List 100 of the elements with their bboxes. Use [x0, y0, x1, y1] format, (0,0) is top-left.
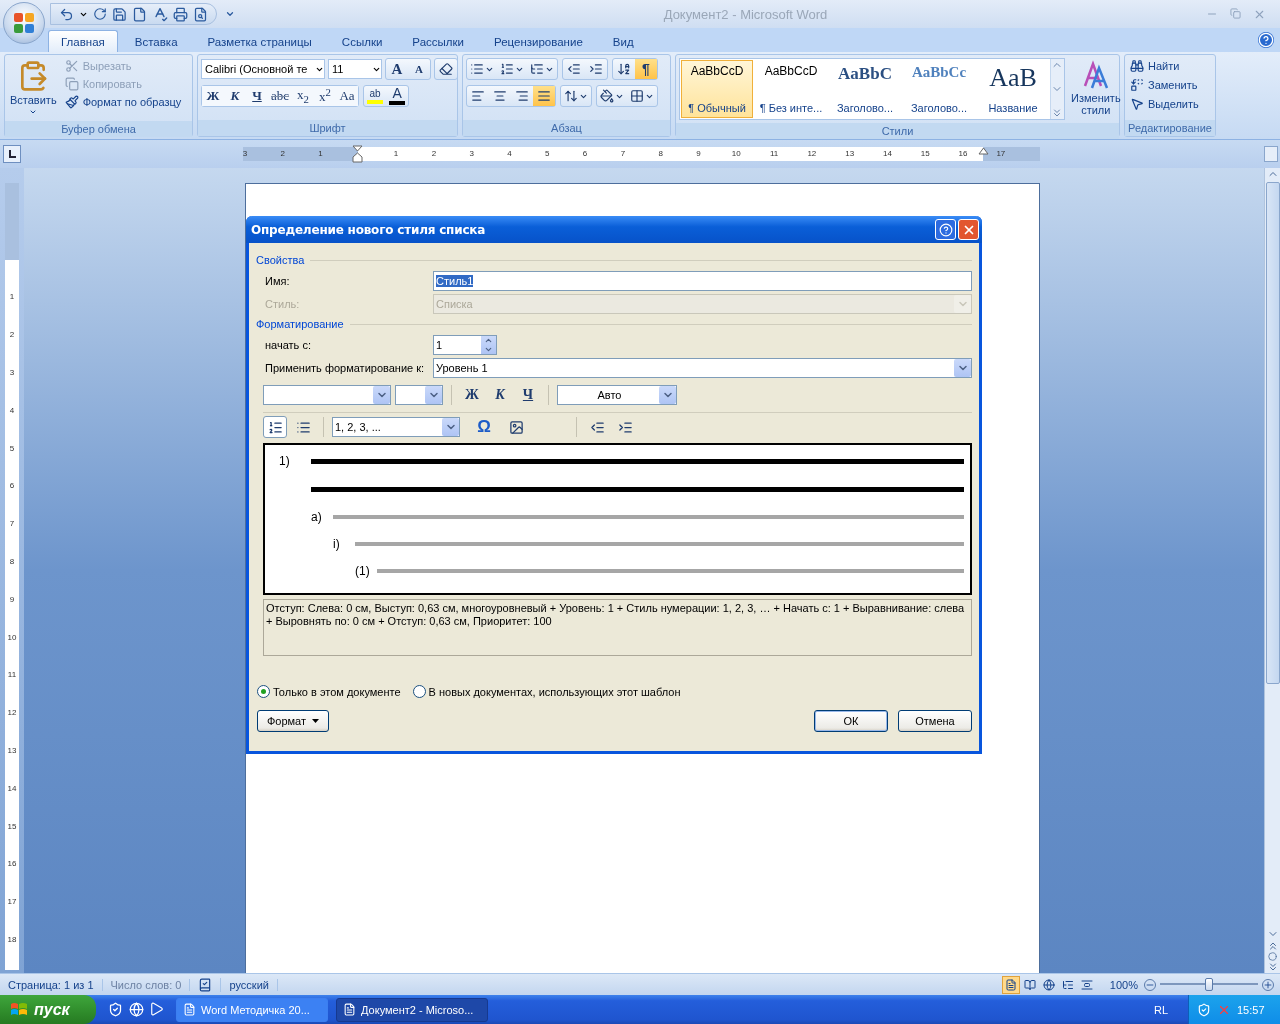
ruler-label: 14 — [6, 782, 18, 795]
field-label: Стиль: — [265, 297, 301, 310]
paste-button[interactable]: Вставить — [8, 58, 59, 118]
undo-button[interactable] — [59, 6, 74, 22]
scroll-thumb[interactable] — [1265, 182, 1280, 684]
right-indent-marker-icon[interactable] — [978, 146, 989, 155]
magnifier-document-icon — [193, 6, 208, 22]
font-style-button[interactable]: x$_{2}$ — [292, 86, 315, 106]
security-icon[interactable] — [1197, 1002, 1211, 1017]
start-button[interactable]: пуск — [0, 995, 96, 1024]
editing-action[interactable]: Найти — [1128, 58, 1201, 74]
change-styles-button[interactable]: Изменить стили — [1069, 58, 1123, 120]
group-label: Шрифт — [198, 120, 457, 136]
ribbon-tab[interactable]: Рассылки — [399, 30, 477, 52]
ribbon-tab[interactable]: Рецензирование — [481, 30, 596, 52]
radio-button[interactable] — [257, 685, 270, 698]
name-field[interactable]: Стиль1 — [433, 270, 972, 291]
clipboard-action[interactable]: Формат по образцу — [62, 94, 184, 110]
zoom-slider-thumb[interactable] — [1205, 978, 1213, 991]
ruler-label: 12 — [6, 707, 18, 720]
font-style-button[interactable]: x$^{2}$ — [314, 86, 337, 106]
font-style-button[interactable]: Aa — [336, 86, 359, 106]
italic-button[interactable]: К — [488, 384, 512, 406]
numbering-button[interactable] — [263, 416, 287, 438]
print-preview-button[interactable] — [193, 6, 208, 22]
cursor-icon — [1130, 97, 1144, 111]
view-button[interactable] — [1001, 975, 1020, 994]
ribbon-tab[interactable]: Главная — [48, 30, 118, 52]
font-style-button[interactable]: Ч — [246, 86, 268, 106]
insert-symbol-button[interactable]: Ω — [472, 416, 496, 438]
spelling-button[interactable] — [152, 6, 168, 22]
underline-button[interactable]: Ч — [516, 384, 540, 406]
alignment-button[interactable] — [533, 86, 555, 106]
ruler-label: 3 — [242, 148, 248, 160]
ribbon-tab[interactable]: Ссылки — [328, 30, 396, 52]
redo-button[interactable] — [93, 7, 107, 21]
bold-button[interactable]: Ж — [460, 384, 484, 406]
style-preview: AaBbCcD — [764, 64, 818, 78]
font-color-button[interactable]: A — [386, 86, 409, 106]
ok-button[interactable]: ОК — [814, 710, 888, 732]
input-language[interactable]: RL — [1153, 1003, 1188, 1016]
highlight-button[interactable]: ab — [364, 86, 387, 106]
start-at-field[interactable]: 1 — [433, 334, 497, 355]
align-center-icon — [493, 89, 507, 103]
font-dropdown[interactable] — [263, 385, 391, 405]
decrease-indent-icon — [567, 62, 581, 76]
section-title: Форматирование — [256, 318, 344, 330]
more-styles-icon[interactable] — [1051, 107, 1063, 119]
zoom-level[interactable]: 100% — [1103, 978, 1144, 991]
paintbrush-icon — [64, 95, 79, 109]
show-marks-button[interactable]: ¶ — [635, 59, 657, 79]
ruler-label: 1 — [8, 291, 16, 304]
ribbon-tab[interactable]: Вставка — [121, 30, 191, 52]
number-style-dropdown[interactable]: 1, 2, 3, ... — [332, 417, 460, 437]
paint-bucket-icon — [600, 89, 614, 103]
font-style-button[interactable]: Ж — [202, 86, 224, 106]
font-name-field[interactable]: Calibri (Основной те — [201, 59, 325, 79]
align-right-icon — [515, 89, 529, 103]
font-size-field[interactable]: 11 — [328, 59, 382, 79]
customize-toolbar-icon[interactable] — [225, 9, 235, 19]
new-document-button[interactable] — [132, 6, 147, 22]
editing-action[interactable]: Заменить — [1128, 77, 1201, 93]
browse-object-icon[interactable] — [1268, 952, 1277, 961]
format-button[interactable]: Формат — [257, 710, 329, 732]
shrink-font-button[interactable]: A — [408, 59, 430, 79]
radio-button[interactable] — [412, 685, 426, 698]
list-marker: 1) — [279, 453, 291, 470]
grow-font-button[interactable]: A — [386, 59, 408, 79]
field-label: Имя: — [265, 274, 291, 287]
list-marker: i) — [333, 536, 341, 553]
ruler-label: 2 — [8, 329, 16, 342]
help-button[interactable] — [935, 219, 956, 240]
ribbon-tab[interactable]: Разметка страницы — [194, 30, 325, 52]
printer-icon — [173, 6, 188, 22]
help-icon[interactable] — [1258, 32, 1274, 48]
document-icon — [183, 1003, 196, 1016]
increase-indent-icon — [589, 62, 603, 76]
font-style-button[interactable]: К — [224, 86, 246, 106]
ribbon-tab[interactable]: Вид — [599, 30, 647, 52]
taskbar-button[interactable]: Word Методичка 20... — [176, 997, 328, 1022]
cancel-button[interactable]: Отмена — [898, 710, 972, 732]
office-button[interactable] — [3, 2, 45, 44]
apply-to-dropdown[interactable]: Уровень 1 — [433, 357, 972, 378]
close-button[interactable] — [958, 219, 979, 240]
tab-selector[interactable] — [3, 145, 21, 163]
indent-marker-icon[interactable] — [352, 145, 363, 163]
size-dropdown[interactable] — [395, 385, 443, 405]
color-dropdown[interactable]: Авто — [557, 385, 677, 405]
media-player-icon[interactable] — [150, 1002, 164, 1016]
language-indicator[interactable]: русский — [221, 978, 278, 991]
ruler-label: 11 — [769, 148, 779, 160]
browser-icon[interactable] — [129, 1002, 144, 1017]
spell-check-icon — [152, 6, 168, 22]
save-button[interactable] — [112, 6, 127, 22]
style-item[interactable]: AaBbCcD ¶ Обычный — [681, 60, 753, 118]
ruler-label: 2 — [280, 148, 285, 160]
editing-action[interactable]: Выделить — [1128, 96, 1201, 112]
print-button[interactable] — [173, 6, 188, 22]
taskbar-button[interactable]: Документ2 - Microso... — [336, 997, 488, 1022]
book-check-icon[interactable] — [198, 977, 213, 992]
